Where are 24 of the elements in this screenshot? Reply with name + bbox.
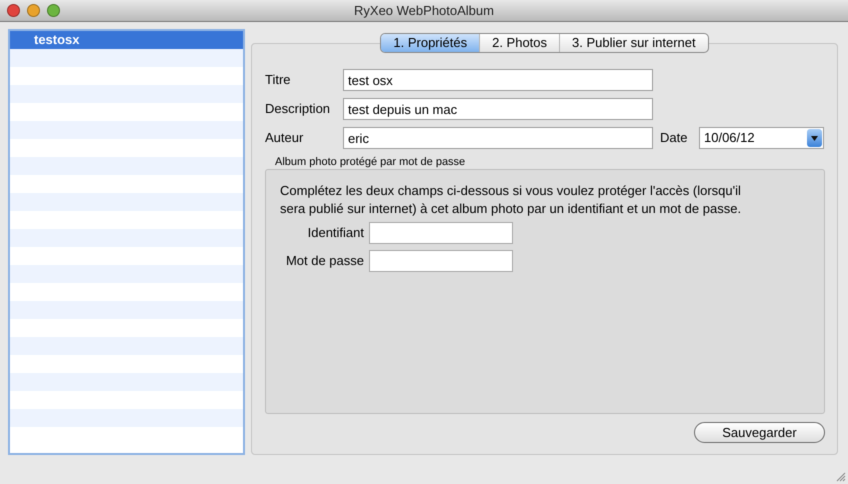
field-label: Identifiant [306,224,365,242]
text-field[interactable]: test osx [343,69,653,91]
date-picker[interactable]: 10/06/12 [699,127,824,149]
resize-grip-icon[interactable] [836,472,846,482]
field-label: Auteur [265,129,304,148]
zoom-button[interactable] [47,4,60,17]
field-label: Titre [265,71,292,90]
instructions-text: Complétez les deux champs ci-dessous si vous voulez protéger l'accès (lorsqu'il sera publié sur internet) à cet album photo par un identifiant et un mot de passe. [280,182,742,218]
field-label: Date [660,129,688,148]
save-button[interactable]: Sauvegarder [694,422,825,443]
album-item[interactable]: testosx [10,31,243,49]
window-title: RyXeo WebPhotoAlbum [354,2,494,20]
text-field[interactable] [369,222,513,244]
date-value: 10/06/12 [704,129,756,148]
tab[interactable]: 1. Propriétés [381,34,480,52]
close-button[interactable] [7,4,20,17]
tab[interactable]: 2. Photos [479,34,560,52]
field-label: Description [265,100,332,118]
text-field[interactable] [369,250,513,272]
text-field[interactable]: eric [343,127,653,149]
group-title: Album photo protégé par mot de passe [274,155,466,169]
text-field[interactable]: test depuis un mac [343,98,653,120]
minimize-button[interactable] [27,4,40,17]
field-label: Mot de passe [284,252,365,270]
